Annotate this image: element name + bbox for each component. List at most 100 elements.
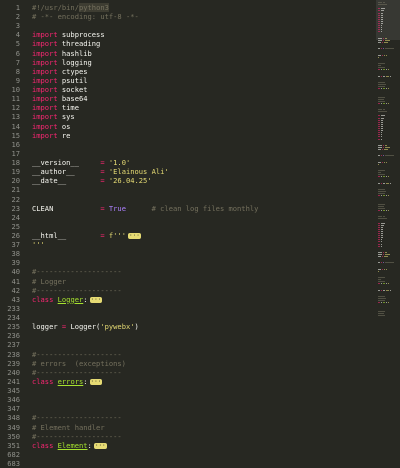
minimap-stroke [378,191,386,192]
code-line[interactable]: logger = Logger('pywebx') [32,322,139,331]
minimap-stroke [385,144,387,146]
minimap-stroke [383,216,385,218]
fold-marker[interactable]: ··· [89,378,103,385]
minimap-stroke [378,216,382,218]
code-token: class [32,294,54,304]
code-token: #-------------------- [32,267,122,277]
minimap-stroke [378,123,380,125]
code-line[interactable]: __date__ = '26.04.25' [32,176,152,185]
minimap-stroke [385,254,390,255]
minimap-stroke [381,239,382,241]
code-token: import [32,121,58,131]
code-line[interactable]: import psutil [32,76,88,85]
minimap-stroke [386,195,387,197]
code-line[interactable]: import hashlib [32,49,92,58]
code-line[interactable]: #-------------------- [32,286,122,295]
code-line[interactable]: import threading [32,39,100,48]
code-line[interactable]: # Element handler [32,423,105,432]
minimap-stroke [378,65,381,66]
code-line[interactable]: class errors: ··· [32,376,103,386]
minimap-stroke [378,241,380,243]
code-token: : [83,376,88,386]
minimap-stroke [378,256,381,258]
minimap-stroke [378,41,381,43]
code-line[interactable]: #-------------------- [32,350,122,359]
code-line[interactable]: import re [32,131,70,140]
code-token: Logger [57,294,84,304]
minimap-stroke [383,302,385,304]
code-line[interactable]: import socket [32,85,88,94]
code-line[interactable]: # Logger [32,277,66,286]
minimap-stroke [381,8,385,10]
fold-marker[interactable]: ··· [127,233,141,239]
code-token: ) [134,322,139,332]
code-line[interactable]: import logging [32,58,92,67]
minimap-stroke [378,111,387,113]
code-token: #!/usr/bin/ [32,3,79,12]
minimap-stroke [381,10,384,12]
code-line[interactable]: import sys [32,112,75,121]
minimap-stroke [378,115,380,117]
code-line[interactable]: __html__ = f''' ··· [32,231,141,240]
code-line[interactable]: CLEAN = True # clean log files monthly [32,204,258,213]
minimap-stroke [384,149,388,150]
minimap-stroke [378,237,380,239]
code-line[interactable]: class Logger: ··· [32,294,103,304]
code-line[interactable]: #-------------------- [32,413,122,422]
fold-marker[interactable]: ··· [89,296,103,303]
minimap-stroke [384,161,385,163]
minimap-stroke [381,222,385,224]
code-area[interactable]: #!/usr/bin/python3 # -*- encoding: utf-8 … [32,0,362,450]
minimap-stroke [383,182,385,184]
code-token: errors [57,376,84,386]
code-line[interactable]: import base64 [32,94,88,103]
line-number: 240 [7,367,20,377]
code-line[interactable]: # errors (exceptions) [32,359,126,368]
code-line[interactable]: # -*- encoding: utf-8 -*- [32,12,139,21]
code-line[interactable]: #-------------------- [32,368,122,377]
code-token: import [32,30,58,40]
code-line[interactable]: class Element: ··· [32,441,107,450]
minimap-stroke [378,25,380,27]
code-line[interactable]: #-------------------- [32,432,122,441]
code-token: import [32,57,58,67]
code-line[interactable]: __author__ = 'Elainous Ali' [32,167,169,176]
line-number: 348 [7,413,20,423]
minimap-stroke [381,176,382,178]
fold-marker[interactable]: ··· [93,442,107,449]
code-line[interactable]: ''' [32,240,45,249]
minimap-stroke [386,268,387,270]
line-number: 16 [11,139,20,149]
minimap-stroke [381,283,382,285]
minimap-stroke [383,102,385,104]
minimap-stroke [378,218,387,220]
line-number: 8 [15,66,20,76]
minimap-stroke [378,262,380,264]
code-line[interactable]: import os [32,122,70,131]
code-line[interactable]: import ctypes [32,67,88,76]
code-line[interactable]: import subprocess [32,30,105,39]
code-line[interactable]: #!/usr/bin/python3 [32,3,109,12]
line-number: 12 [11,103,20,113]
line-number: 13 [11,112,20,122]
minimap[interactable] [376,0,400,445]
code-token: threading [57,39,101,49]
minimap-stroke [378,18,380,20]
code-token: hashlib [57,48,92,58]
minimap-stroke [378,149,381,150]
code-token: import [32,85,58,95]
minimap-stroke [378,188,385,190]
minimap-stroke [378,10,380,12]
line-number: 38 [11,249,20,259]
line-number: 237 [7,340,20,350]
minimap-stroke [378,235,380,237]
minimap-stroke [381,125,383,127]
code-line[interactable]: __version__ = '1.0' [32,158,130,167]
code-editor[interactable]: 1 2 3 4 5 6 7 8 9 10 11 12 13 14 15 16 17 18 19 20 21 22 23 24 2… [0,0,400,468]
code-line[interactable]: import time [32,103,79,112]
minimap-stroke [378,279,381,281]
code-token: ''' [32,240,45,250]
minimap-stroke [381,115,385,117]
minimap-stroke [386,283,387,285]
code-line[interactable]: #-------------------- [32,267,122,276]
